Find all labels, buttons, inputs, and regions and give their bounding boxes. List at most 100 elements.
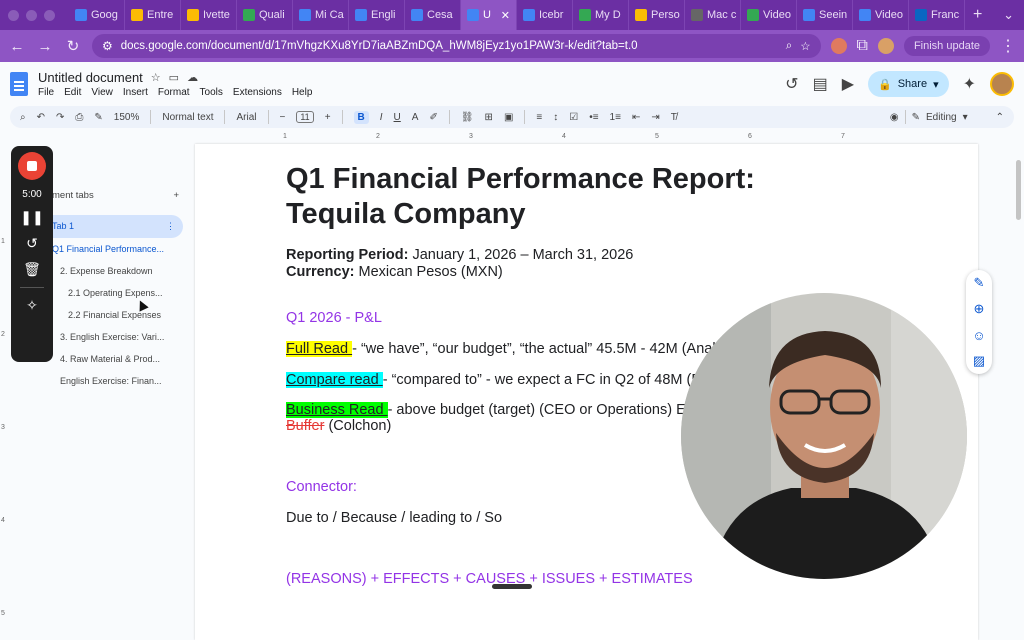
menu-extensions[interactable]: Extensions xyxy=(233,87,282,98)
browser-tab[interactable]: Cesa xyxy=(405,0,461,30)
image-icon[interactable]: ▣ xyxy=(504,112,513,123)
restart-icon[interactable]: ↺ xyxy=(26,235,38,252)
document-title[interactable]: Untitled document xyxy=(38,70,143,85)
outline-item[interactable]: 2. Expense Breakdown xyxy=(48,260,183,282)
browser-tab[interactable]: Mac c xyxy=(685,0,741,30)
outline-tab-1[interactable]: Tab 1 ⋮ xyxy=(44,215,183,238)
pause-icon[interactable]: ❚❚ xyxy=(20,209,43,226)
cloud-status-icon[interactable]: ☁ xyxy=(187,71,198,84)
increase-font-icon[interactable]: + xyxy=(325,112,331,123)
zoom-icon[interactable]: ⌕ xyxy=(786,40,792,53)
suggest-edits-icon[interactable]: ▨ xyxy=(973,353,985,369)
suggest-icon[interactable]: ◉ xyxy=(890,112,899,123)
align-icon[interactable]: ≡ xyxy=(536,112,542,123)
decrease-font-icon[interactable]: − xyxy=(280,112,286,123)
bulleted-list-icon[interactable]: •≡ xyxy=(589,112,598,123)
emoji-reaction-icon[interactable]: ☺ xyxy=(972,328,985,343)
webcam-bubble[interactable] xyxy=(681,293,967,579)
effects-icon[interactable]: ✧ xyxy=(26,297,38,314)
menu-insert[interactable]: Insert xyxy=(123,87,148,98)
browser-tab[interactable]: Franc xyxy=(909,0,965,30)
browser-tab[interactable]: My D xyxy=(573,0,629,30)
outline-item[interactable]: 3. English Exercise: Vari... xyxy=(48,326,183,348)
share-button[interactable]: 🔒 Share ▾ xyxy=(868,71,949,97)
browser-tab[interactable]: Icebr xyxy=(517,0,573,30)
redo-icon[interactable]: ↷ xyxy=(56,112,64,123)
menu-view[interactable]: View xyxy=(91,87,113,98)
browser-tab[interactable]: Video xyxy=(741,0,797,30)
edit-pencil-icon[interactable]: ✎ xyxy=(912,112,920,123)
minimize-window-button[interactable] xyxy=(26,9,37,21)
url-bar[interactable]: ⚙ docs.google.com/document/d/17mVhgzKXu8… xyxy=(92,34,821,58)
more-options-icon[interactable]: ⋮ xyxy=(166,221,175,232)
browser-tab[interactable]: Quali xyxy=(237,0,293,30)
print-icon[interactable]: ⎙ xyxy=(75,112,83,123)
move-folder-icon[interactable]: ▭ xyxy=(169,71,179,84)
increase-indent-icon[interactable]: ⇥ xyxy=(651,112,659,123)
bookmark-star-icon[interactable]: ☆ xyxy=(800,39,810,53)
editing-mode-select[interactable]: Editing xyxy=(926,112,957,123)
menu-tools[interactable]: Tools xyxy=(200,87,223,98)
meet-video-icon[interactable]: ▶ xyxy=(842,74,854,94)
browser-tab[interactable]: U ✕ xyxy=(461,0,517,30)
collapse-toolbar-icon[interactable]: ⌃ xyxy=(996,112,1004,123)
outline-item[interactable]: 2.1 Operating Expens... xyxy=(48,282,183,304)
back-arrow-icon[interactable]: ← xyxy=(8,38,26,55)
finish-update-button[interactable]: Finish update xyxy=(903,36,990,56)
comments-icon[interactable]: ▤ xyxy=(813,74,828,94)
add-tab-icon[interactable]: + xyxy=(173,190,179,201)
browser-tab[interactable]: Seein xyxy=(797,0,853,30)
browser-tab[interactable]: Mi Ca xyxy=(293,0,349,30)
site-settings-icon[interactable]: ⚙ xyxy=(102,39,113,53)
horizontal-ruler[interactable]: 1 2 3 4 5 6 7 xyxy=(195,132,980,144)
account-avatar[interactable] xyxy=(990,72,1014,96)
line-spacing-icon[interactable]: ↕ xyxy=(553,112,558,123)
browser-tab[interactable]: Video xyxy=(853,0,909,30)
version-history-icon[interactable]: ↺ xyxy=(785,74,798,94)
outline-item[interactable]: Q1 Financial Performance... xyxy=(48,238,183,260)
outline-item[interactable]: English Exercise: Finan... xyxy=(48,370,183,392)
vertical-ruler[interactable]: 1 2 3 4 5 xyxy=(0,144,8,640)
highlight-icon[interactable]: ✐ xyxy=(429,112,437,123)
browser-tab[interactable]: Engli xyxy=(349,0,405,30)
add-comment-icon[interactable]: ⊞ xyxy=(485,112,493,123)
numbered-list-icon[interactable]: 1≡ xyxy=(610,112,621,123)
search-menus-icon[interactable]: ⌕ xyxy=(20,112,26,123)
zoom-window-button[interactable] xyxy=(44,9,55,21)
menu-file[interactable]: File xyxy=(38,87,54,98)
text-color-icon[interactable]: A xyxy=(412,112,419,123)
zoom-select[interactable]: 150% xyxy=(114,112,140,123)
paint-format-icon[interactable]: ✎ xyxy=(94,112,102,123)
chevron-down-icon[interactable]: ▾ xyxy=(963,112,968,123)
font-select[interactable]: Arial xyxy=(236,112,256,123)
font-size-input[interactable]: 11 xyxy=(296,111,314,123)
docs-logo-icon[interactable] xyxy=(10,72,28,96)
browser-tab[interactable]: Entre xyxy=(125,0,181,30)
checklist-icon[interactable]: ☑ xyxy=(569,112,578,123)
clear-formatting-icon[interactable]: T̸ xyxy=(671,112,677,123)
chevron-down-icon[interactable]: ⌄ xyxy=(1003,7,1014,23)
bold-icon[interactable]: B xyxy=(353,110,369,124)
close-window-button[interactable] xyxy=(8,9,19,21)
style-select[interactable]: Normal text xyxy=(162,112,213,123)
link-icon[interactable]: ⛓ xyxy=(461,112,474,123)
extension-icon[interactable] xyxy=(830,38,847,54)
add-comment-icon[interactable]: ⊕ xyxy=(974,301,985,317)
outline-item[interactable]: 4. Raw Material & Prod... xyxy=(48,348,183,370)
more-menu-icon[interactable]: ⋮ xyxy=(1000,36,1016,56)
undo-icon[interactable]: ↶ xyxy=(37,112,45,123)
delete-icon[interactable]: 🗑 xyxy=(23,261,41,278)
browser-tab[interactable]: Perso xyxy=(629,0,685,30)
profile-avatar[interactable] xyxy=(877,38,894,54)
forward-arrow-icon[interactable]: → xyxy=(36,38,54,55)
puzzle-extensions-icon[interactable]: ⧉ xyxy=(857,37,868,55)
browser-tab[interactable]: Goog xyxy=(69,0,125,30)
outline-item[interactable]: 2.2 Financial Expenses xyxy=(48,304,183,326)
drag-handle[interactable] xyxy=(492,584,532,589)
scrollbar[interactable] xyxy=(1016,160,1021,220)
close-tab-icon[interactable]: ✕ xyxy=(501,9,510,22)
gemini-sparkle-icon[interactable]: ✦ xyxy=(963,74,976,94)
stop-recording-button[interactable] xyxy=(18,152,46,180)
browser-tab[interactable]: Ivette xyxy=(181,0,237,30)
reload-icon[interactable]: ↻ xyxy=(64,37,82,55)
